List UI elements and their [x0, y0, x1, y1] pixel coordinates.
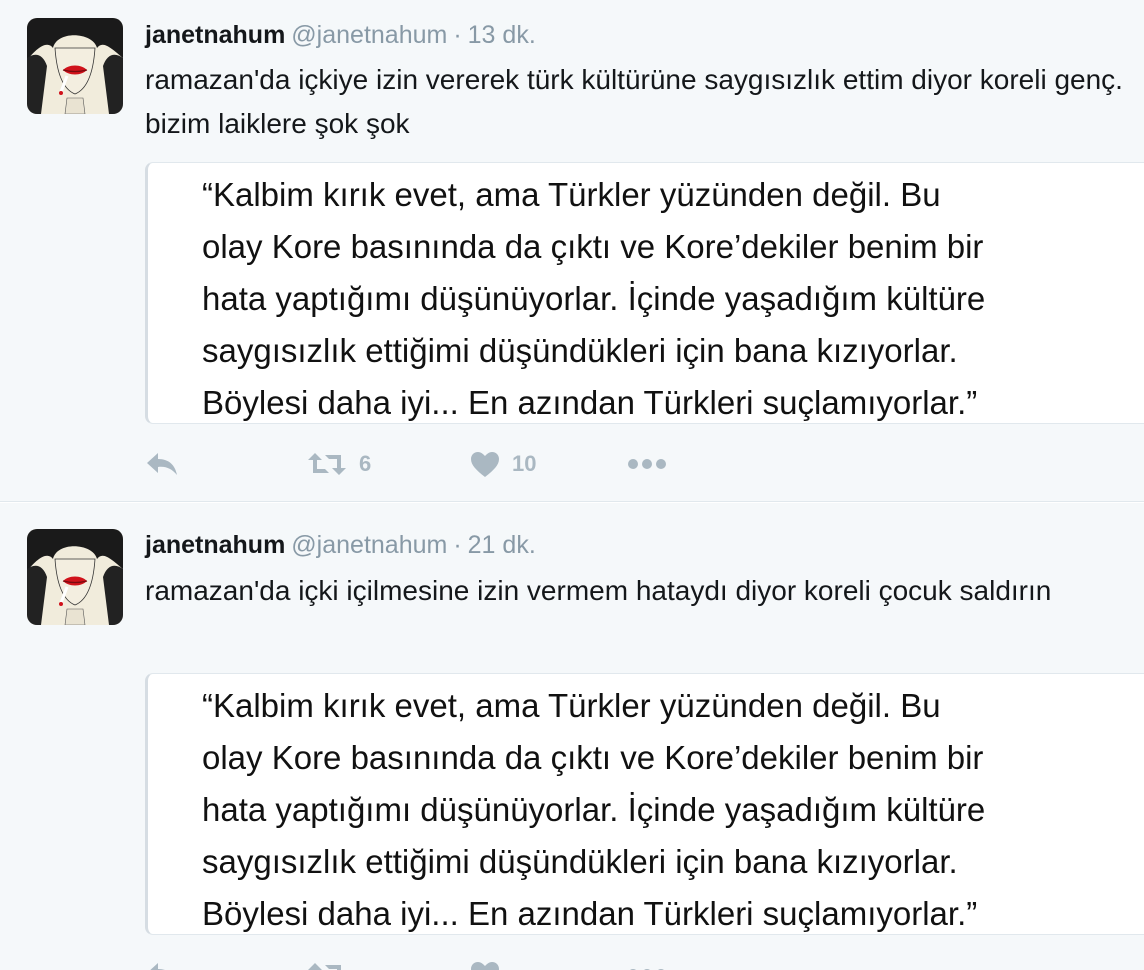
tweet-actions — [145, 958, 845, 970]
heart-icon — [471, 451, 499, 477]
quote-image[interactable]: “Kalbim kırık evet, ama Türkler yüzünden… — [145, 162, 1144, 424]
quote-line: saygısızlık ettiğimi düşündükleri için b… — [202, 843, 958, 880]
tweet-header: janetnahum @janetnahum · 13 dk. — [145, 19, 536, 51]
retweet-icon — [308, 963, 341, 970]
quote-line: “Kalbim kırık evet, ama Türkler yüzünden… — [202, 687, 941, 724]
more-button[interactable] — [627, 448, 667, 480]
separator: · — [453, 21, 462, 49]
heart-icon — [471, 961, 499, 970]
like-button[interactable] — [470, 958, 512, 970]
reply-button[interactable] — [145, 448, 179, 480]
quote-image[interactable]: “Kalbim kırık evet, ama Türkler yüzünden… — [145, 673, 1144, 935]
fullname[interactable]: janetnahum — [145, 531, 285, 559]
username[interactable]: @janetnahum — [291, 531, 447, 559]
quote-line: saygısızlık ettiğimi düşündükleri için b… — [202, 332, 958, 369]
reply-icon — [150, 963, 165, 970]
timestamp[interactable]: 13 dk. — [468, 21, 536, 49]
timestamp[interactable]: 21 dk. — [468, 531, 536, 559]
quote-line: Böylesi daha iyi... En azından Türkleri … — [202, 384, 978, 421]
timeline: janetnahum @janetnahum · 13 dk. ramazan'da … — [0, 0, 1144, 970]
more-icon — [628, 459, 666, 469]
tweet-text: ramazan'da içki içilmesine izin vermem h… — [145, 575, 1052, 606]
fullname[interactable]: janetnahum — [145, 21, 285, 49]
quote-line: olay Kore basınında da çıktı ve Kore’dek… — [202, 228, 984, 265]
quote-line: “Kalbim kırık evet, ama Türkler yüzünden… — [202, 176, 941, 213]
quote-line: hata yaptığımı düşünüyorlar. İçinde yaşa… — [202, 791, 986, 828]
avatar[interactable] — [27, 18, 123, 114]
tweet[interactable]: janetnahum @janetnahum · 13 dk. ramazan'da … — [0, 0, 1144, 502]
retweet-count: 6 — [359, 451, 372, 476]
retweet-button[interactable]: 6 — [307, 448, 371, 480]
tweet-text: ramazan'da içkiye izin vererek türk kült… — [145, 64, 1123, 139]
more-button[interactable] — [627, 958, 667, 970]
reply-icon — [147, 453, 177, 475]
quote-line: hata yaptığımı düşünüyorlar. İçinde yaşa… — [202, 280, 986, 317]
username[interactable]: @janetnahum — [291, 21, 447, 49]
retweet-button[interactable] — [307, 958, 359, 970]
quote-line: Böylesi daha iyi... En azından Türkleri … — [202, 895, 978, 932]
reply-button[interactable] — [145, 958, 179, 970]
avatar[interactable] — [27, 529, 123, 625]
retweet-icon — [308, 453, 346, 475]
like-button[interactable]: 10 — [470, 448, 536, 480]
tweet-header: janetnahum @janetnahum · 21 dk. — [145, 529, 536, 561]
like-count: 10 — [512, 451, 537, 476]
tweet-actions: 6 10 — [145, 448, 845, 480]
tweet[interactable]: janetnahum @janetnahum · 21 dk. ramazan'da … — [0, 503, 1144, 970]
quote-line: olay Kore basınında da çıktı ve Kore’dek… — [202, 739, 984, 776]
separator: · — [453, 531, 462, 559]
